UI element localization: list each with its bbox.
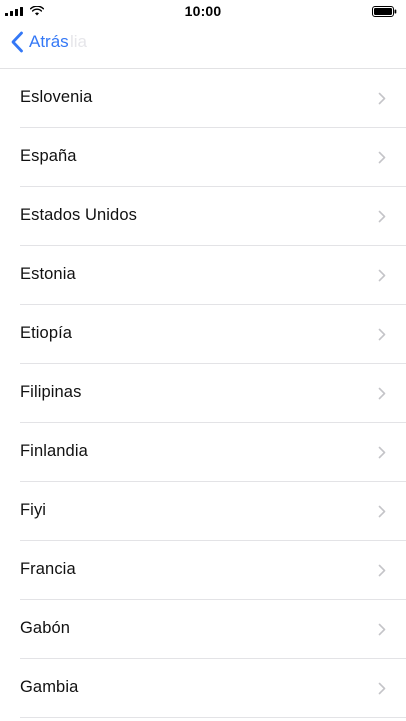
country-row[interactable]: Gambia [0,659,406,718]
chevron-left-icon [11,31,23,53]
country-name: Filipinas [20,383,82,401]
country-list: Eslovenia España Estados Unidos Estonia … [0,69,406,718]
chevron-right-icon [378,269,386,282]
country-row[interactable]: Etiopía [0,305,406,364]
country-name: Finlandia [20,442,88,460]
country-name: Gabón [20,619,71,637]
chevron-right-icon [378,446,386,459]
country-row[interactable]: Filipinas [0,364,406,423]
country-row[interactable]: Estonia [0,246,406,305]
country-name: Estados Unidos [20,206,137,224]
country-picker-screen: 10:00 lia Atrás Eslovenia España Estados… [0,0,406,721]
country-row[interactable]: Estados Unidos [0,187,406,246]
country-name: Gambia [20,678,79,696]
navigation-bar: lia Atrás [0,22,406,69]
chevron-right-icon [378,682,386,695]
chevron-right-icon [378,151,386,164]
chevron-right-icon [378,328,386,341]
country-row[interactable]: Gabón [0,600,406,659]
country-name: España [20,147,77,165]
country-row[interactable]: Finlandia [0,423,406,482]
chevron-right-icon [378,210,386,223]
country-row[interactable]: Francia [0,541,406,600]
country-name: Fiyi [20,501,47,519]
back-button[interactable]: Atrás [10,29,69,55]
chevron-right-icon [378,564,386,577]
faded-nav-title: lia [70,32,88,51]
country-name: Estonia [20,265,76,283]
status-time: 10:00 [184,3,222,19]
chevron-right-icon [378,505,386,518]
country-name: Eslovenia [20,88,93,106]
country-row[interactable]: España [0,128,406,187]
status-bar: 10:00 [0,0,406,22]
chevron-right-icon [378,623,386,636]
chevron-right-icon [378,387,386,400]
chevron-right-icon [378,92,386,105]
country-name: Francia [20,560,76,578]
back-button-label: Atrás [29,32,69,51]
country-row[interactable]: Fiyi [0,482,406,541]
country-name: Etiopía [20,324,73,342]
battery-icon [372,6,397,17]
country-row[interactable]: Eslovenia [0,69,406,128]
